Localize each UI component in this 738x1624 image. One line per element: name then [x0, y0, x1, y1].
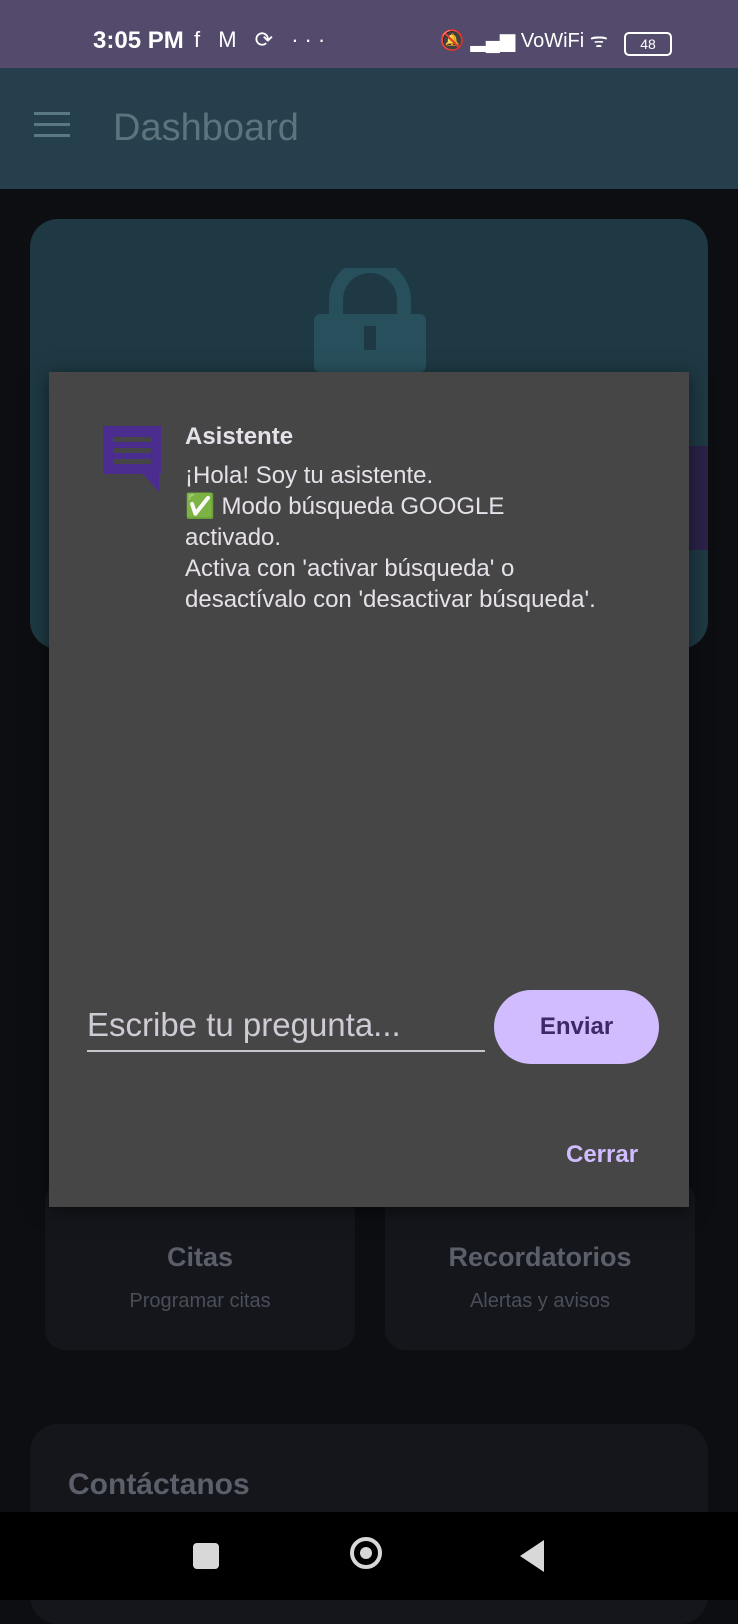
card-title: Recordatorios: [448, 1242, 632, 1272]
status-bar: 3:05 PM f M ⟳ ··· 🔕 ▂▄▆ VoWiFi ᯤ 48: [0, 0, 738, 68]
app-bar: [0, 68, 738, 189]
menu-icon[interactable]: [34, 112, 70, 140]
message-text: ¡Hola! Soy tu asistente. ✅ Modo búsqueda…: [185, 462, 596, 613]
question-input[interactable]: [87, 1000, 485, 1052]
notification-icons: f M ⟳ ···: [194, 27, 332, 52]
recents-icon[interactable]: [193, 1543, 219, 1569]
home-icon[interactable]: [350, 1537, 382, 1569]
battery-icon: 48: [624, 32, 672, 56]
signal-icons: 🔕 ▂▄▆ VoWiFi ᯤ: [439, 30, 608, 52]
page-title: Dashboard: [113, 107, 299, 149]
status-time: 3:05 PM: [93, 27, 184, 54]
close-button[interactable]: Cerrar: [560, 1140, 644, 1170]
chat-icon: [103, 426, 161, 492]
message-sender: Asistente: [185, 423, 294, 450]
lock-icon: [314, 268, 426, 372]
contact-title: Contáctanos: [68, 1468, 250, 1501]
card-title: Citas: [166, 1242, 234, 1272]
send-button[interactable]: Enviar: [494, 990, 659, 1064]
card-subtitle: Alertas y avisos: [469, 1290, 611, 1312]
card-subtitle: Programar citas: [129, 1290, 271, 1312]
back-icon[interactable]: [520, 1540, 544, 1572]
